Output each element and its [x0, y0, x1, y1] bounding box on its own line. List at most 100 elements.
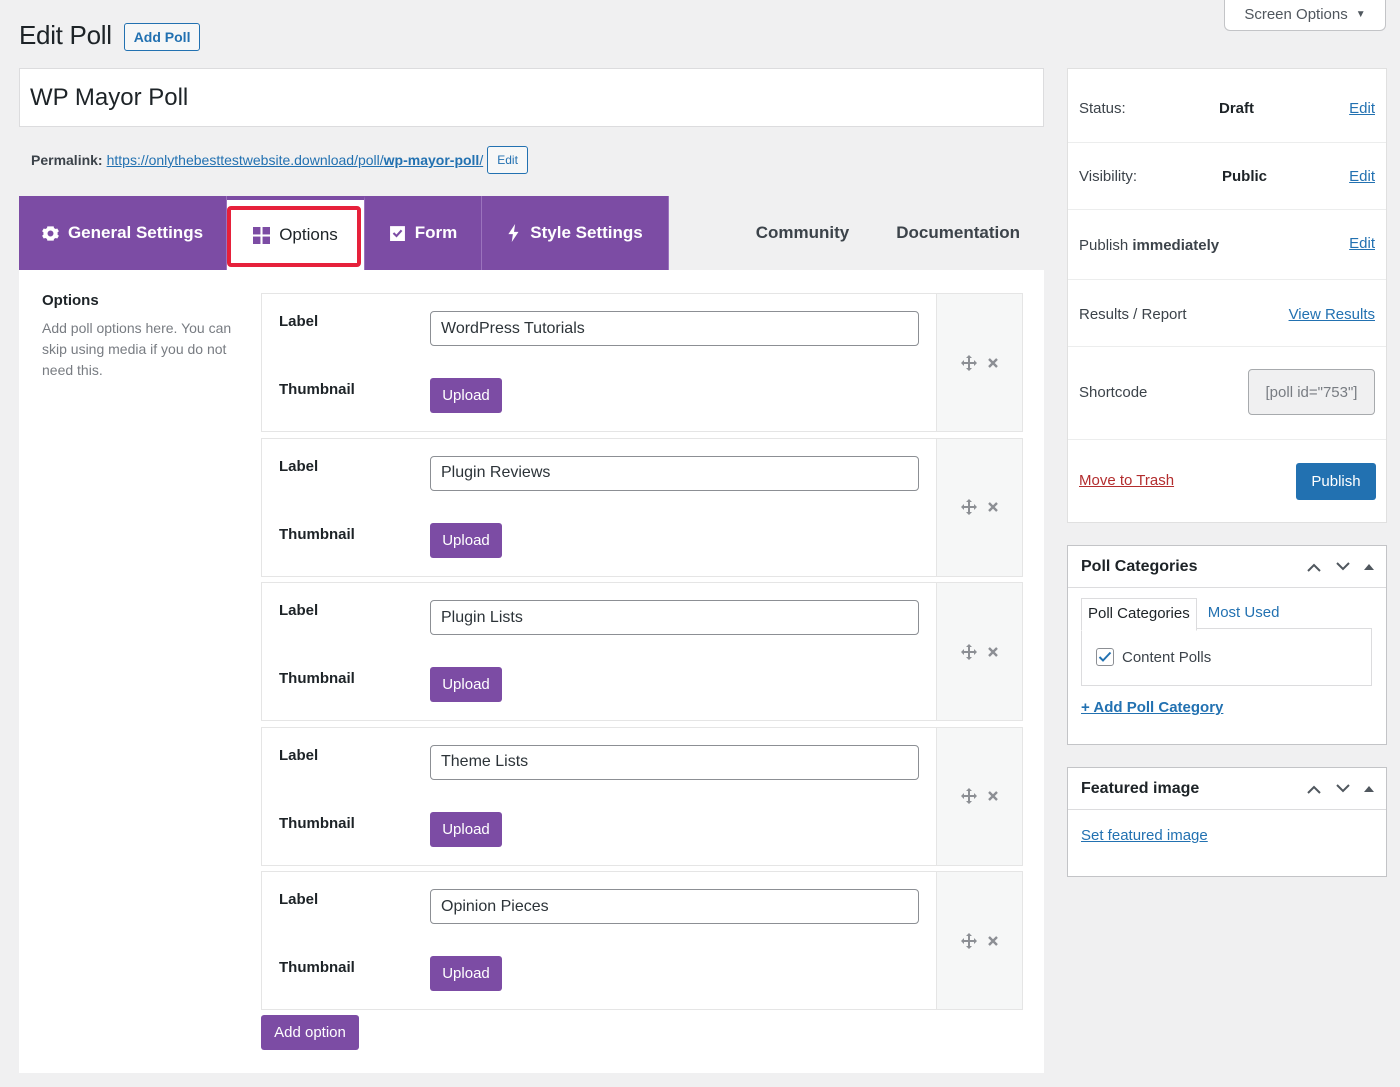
visibility-row: Visibility: Public Edit	[1068, 143, 1386, 210]
status-row: Status: Draft Edit	[1068, 69, 1386, 143]
collapse-triangle-icon[interactable]	[1364, 563, 1374, 571]
publish-time-prefix: Publish	[1079, 237, 1129, 254]
upload-button[interactable]: Upload	[430, 667, 502, 702]
move-icon[interactable]	[960, 354, 977, 371]
results-label: Results / Report	[1079, 306, 1187, 323]
poll-categories-box: Poll Categories Poll Categories Most Use…	[1067, 545, 1387, 745]
permalink-link[interactable]: https://onlythebesttestwebsite.download/…	[107, 152, 484, 168]
chevron-up-icon[interactable]	[1306, 784, 1322, 794]
visibility-value: Public	[1222, 168, 1268, 185]
tab-style-settings[interactable]: Style Settings	[482, 196, 669, 270]
options-tab-highlight	[227, 206, 361, 267]
option-fields: Label Theme Lists Thumbnail Upload	[262, 728, 937, 865]
category-list: Content Polls	[1081, 628, 1372, 686]
box-controls	[1306, 546, 1374, 588]
box-controls	[1306, 768, 1374, 810]
remove-icon[interactable]	[987, 790, 999, 802]
option-fields: Label WordPress Tutorials Thumbnail Uplo…	[262, 294, 937, 431]
upload-button[interactable]: Upload	[430, 956, 502, 991]
poll-settings-panel: General Settings Options Form Style Sett…	[19, 196, 1044, 1073]
option-label-input[interactable]: WordPress Tutorials	[430, 311, 919, 346]
remove-icon[interactable]	[987, 357, 999, 369]
status-value: Draft	[1219, 100, 1255, 117]
featured-image-title: Featured image	[1081, 779, 1200, 797]
chevron-down-icon[interactable]	[1335, 562, 1351, 572]
permalink-url-base: https://onlythebesttestwebsite.download/…	[106, 152, 384, 168]
collapse-triangle-icon[interactable]	[1364, 785, 1374, 793]
option-actions	[936, 727, 1022, 865]
publish-time-edit-link[interactable]: Edit	[1349, 235, 1375, 252]
tab-most-used[interactable]: Most Used	[1197, 598, 1286, 631]
option-label-input[interactable]: Opinion Pieces	[430, 889, 919, 924]
option-label-input[interactable]: Plugin Reviews	[430, 455, 919, 491]
move-icon[interactable]	[960, 643, 977, 660]
view-results-link[interactable]: View Results	[1289, 306, 1375, 323]
option-card: Label Plugin Lists Thumbnail Upload	[261, 582, 1023, 721]
move-to-trash-link[interactable]: Move to Trash	[1079, 472, 1174, 489]
options-help-text: Add poll options here. You can skip usin…	[42, 320, 232, 378]
move-icon[interactable]	[960, 932, 977, 949]
option-fields: Label Plugin Lists Thumbnail Upload	[262, 583, 937, 720]
visibility-label: Visibility:	[1079, 168, 1138, 185]
permalink-url-trail: /	[479, 152, 484, 168]
permalink-slug: wp-mayor-poll	[383, 152, 480, 168]
option-actions	[936, 872, 1022, 1009]
add-poll-button[interactable]: Add Poll	[123, 22, 201, 51]
set-featured-image-link[interactable]: Set featured image	[1081, 827, 1208, 844]
category-label: Content Polls	[1122, 648, 1212, 666]
tab-form[interactable]: Form	[365, 196, 482, 270]
upload-button[interactable]: Upload	[430, 811, 502, 847]
visibility-edit-link[interactable]: Edit	[1349, 168, 1375, 185]
screen-options-button[interactable]: Screen Options ▼	[1224, 0, 1386, 31]
settings-tabs: General Settings Options Form Style Sett…	[19, 196, 1044, 270]
remove-icon[interactable]	[987, 501, 999, 513]
status-label: Status:	[1079, 100, 1126, 117]
add-poll-category-link[interactable]: + Add Poll Category	[1081, 699, 1223, 716]
option-fields: Label Opinion Pieces Thumbnail Upload	[262, 872, 937, 1009]
tab-all-categories[interactable]: Poll Categories	[1081, 598, 1197, 631]
option-card: Label WordPress Tutorials Thumbnail Uplo…	[261, 293, 1023, 432]
move-icon[interactable]	[960, 788, 977, 804]
status-edit-link[interactable]: Edit	[1349, 100, 1375, 117]
permalink-edit-button[interactable]: Edit	[487, 146, 528, 174]
tab-label: Style Settings	[530, 223, 643, 242]
option-thumbnail-caption: Thumbnail	[279, 670, 355, 687]
move-icon[interactable]	[960, 499, 977, 515]
bolt-icon	[508, 224, 519, 242]
checkmark-icon	[1098, 651, 1112, 662]
option-label-caption: Label	[279, 891, 319, 908]
publish-time-label: Publish immediately	[1079, 237, 1219, 254]
option-label-input[interactable]: Theme Lists	[430, 744, 919, 780]
caret-down-icon: ▼	[1355, 9, 1366, 20]
option-card: Label Plugin Reviews Thumbnail Upload	[261, 437, 1023, 577]
permalink-label: Permalink:	[31, 152, 103, 168]
option-label-input[interactable]: Plugin Lists	[430, 600, 919, 635]
chevron-up-icon[interactable]	[1306, 562, 1322, 572]
option-fields: Label Plugin Reviews Thumbnail Upload	[262, 439, 937, 576]
chevron-down-icon[interactable]	[1335, 784, 1351, 794]
add-option-button[interactable]: Add option	[261, 1015, 359, 1050]
shortcode-label: Shortcode	[1079, 384, 1148, 401]
content-polls-checkbox[interactable]	[1096, 648, 1114, 666]
option-thumbnail-caption: Thumbnail	[279, 814, 355, 832]
option-label-caption: Label	[279, 602, 319, 619]
option-actions	[936, 583, 1022, 720]
options-heading: Options	[42, 292, 99, 309]
featured-image-header: Featured image	[1068, 768, 1386, 810]
poll-title-input[interactable]: WP Mayor Poll	[19, 68, 1044, 127]
tab-label: Form	[414, 223, 458, 242]
remove-icon[interactable]	[987, 646, 999, 658]
shortcode-field[interactable]: [poll id="753"]	[1248, 369, 1375, 415]
tab-general-settings[interactable]: General Settings	[19, 196, 227, 270]
publish-button[interactable]: Publish	[1296, 463, 1376, 500]
documentation-link[interactable]: Documentation	[896, 223, 1020, 243]
upload-button[interactable]: Upload	[430, 522, 502, 558]
community-link[interactable]: Community	[756, 223, 850, 243]
permalink-row: Permalink: https://onlythebesttestwebsit…	[31, 146, 528, 174]
remove-icon[interactable]	[987, 935, 999, 947]
category-tabs: Poll Categories Most Used	[1081, 598, 1285, 631]
publish-time-row: Publish immediately Edit	[1068, 210, 1386, 280]
tab-links: Community Documentation	[755, 196, 1044, 270]
upload-button[interactable]: Upload	[430, 378, 502, 413]
shortcode-row: Shortcode [poll id="753"]	[1068, 347, 1386, 440]
